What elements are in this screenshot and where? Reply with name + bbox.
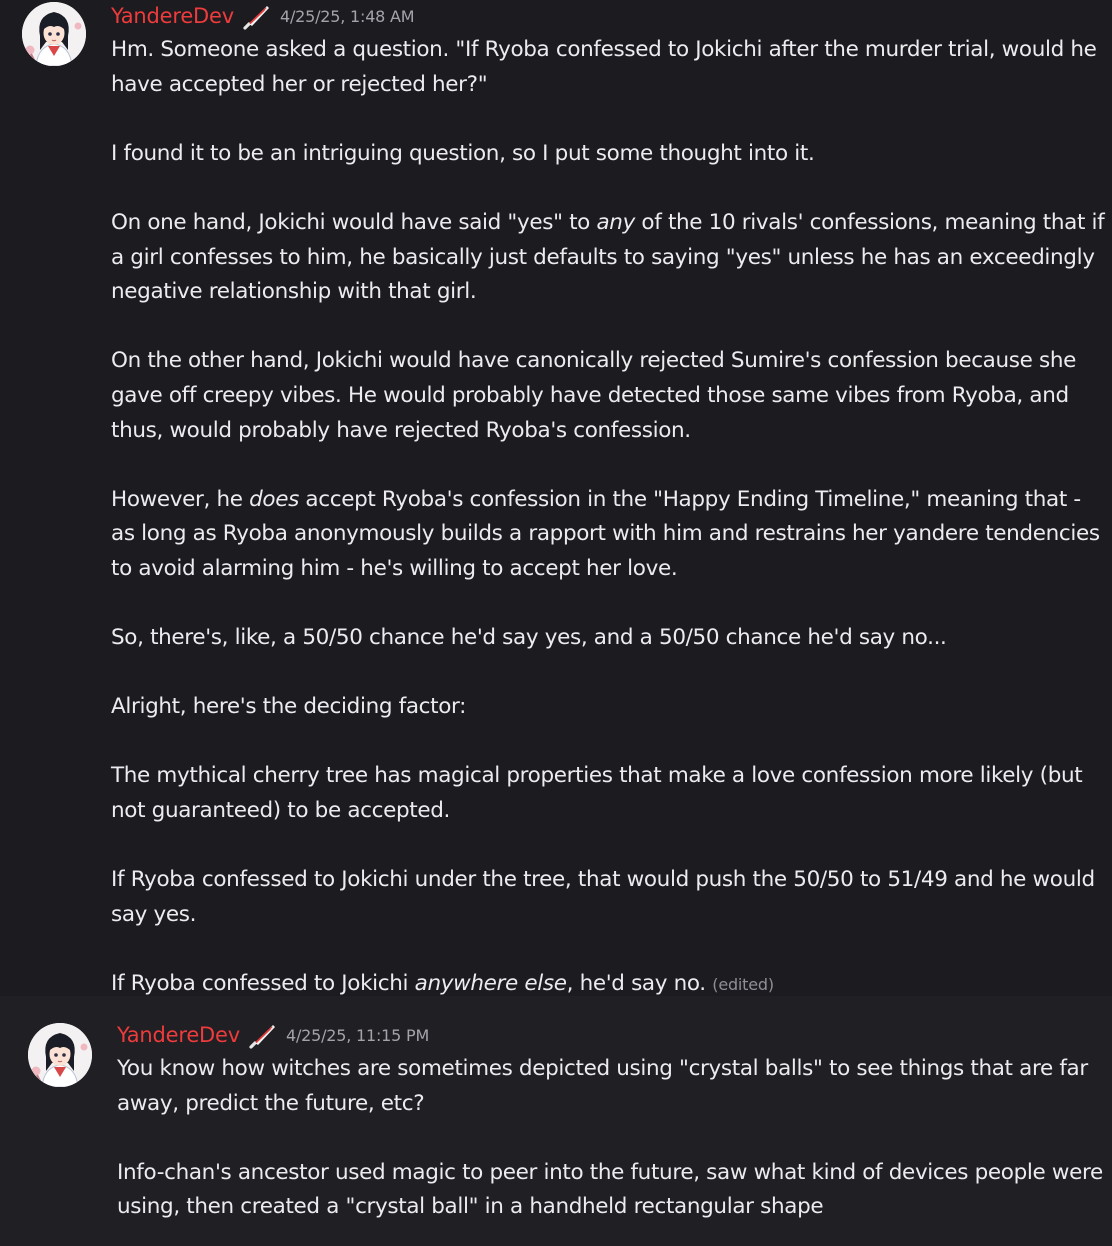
avatar-anime-girl-icon [28, 1023, 92, 1087]
message-body: Hm. Someone asked a question. "If Ryoba … [111, 33, 1107, 1003]
message-paragraph: If Ryoba confessed to Jokichi under the … [111, 867, 1095, 927]
message-paragraph: However, he does accept Ryoba's confessi… [111, 486, 1100, 581]
avatar-anime-girl-icon [22, 2, 86, 66]
user-avatar[interactable] [28, 1023, 92, 1087]
message-paragraph: Alright, here's the deciding factor: [111, 694, 467, 720]
message-paragraph: Info-chan's ancestor used magic to peer … [117, 1159, 1103, 1220]
message-paragraph: On the other hand, Jokichi would have ca… [111, 348, 1077, 443]
chat-message: YandereDev 4/25/25, 1:48 AM Hm. Someone … [0, 0, 1112, 996]
message-paragraph: You know how witches are sometimes depic… [117, 1056, 1088, 1116]
message-paragraph: Hm. Someone asked a question. "If Ryoba … [111, 37, 1097, 97]
emphasis-text: does [249, 486, 299, 512]
message-timestamp[interactable]: 4/25/25, 11:15 PM [286, 1026, 429, 1045]
message-paragraph: The mythical cherry tree has magical pro… [111, 763, 1083, 824]
message-paragraph: So, there's, like, a 50/50 chance he'd s… [111, 625, 947, 651]
message-header: YandereDev 4/25/25, 1:48 AM [111, 1, 415, 31]
message-paragraph: I found it to be an intriguing question,… [111, 140, 815, 166]
emphasis-text: any [596, 209, 635, 235]
author-name[interactable]: YandereDev [117, 1023, 240, 1047]
emphasis-text: anywhere else [414, 971, 567, 997]
message-paragraph: On one hand, Jokichi would have said "ye… [111, 209, 1105, 305]
author-name[interactable]: YandereDev [111, 4, 234, 28]
chat-message: YandereDev 4/25/25, 11:15 PM You know ho… [0, 996, 1112, 1246]
message-timestamp[interactable]: 4/25/25, 1:48 AM [280, 7, 415, 26]
knife-icon[interactable] [242, 2, 272, 30]
knife-icon[interactable] [248, 1021, 278, 1049]
message-header: YandereDev 4/25/25, 11:15 PM [117, 1020, 429, 1050]
user-avatar[interactable] [22, 2, 86, 66]
edited-label[interactable]: (edited) [712, 975, 774, 994]
message-body: You know how witches are sometimes depic… [117, 1052, 1107, 1225]
